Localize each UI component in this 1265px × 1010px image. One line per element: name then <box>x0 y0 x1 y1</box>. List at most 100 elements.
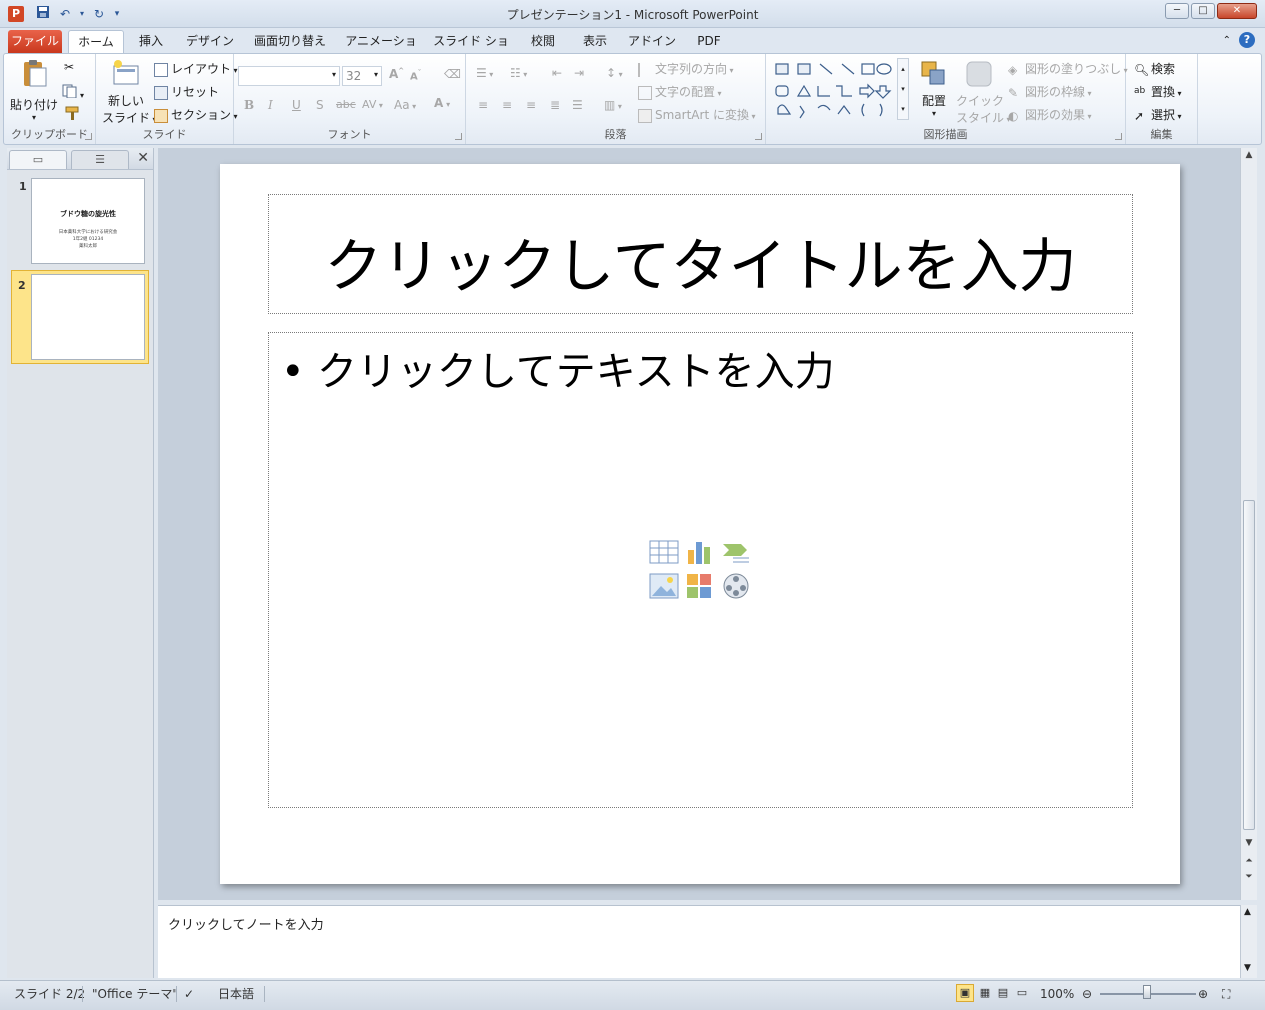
font-color-button[interactable]: A ▾ <box>434 96 450 110</box>
layout-button[interactable]: レイアウト ▾ <box>154 60 238 77</box>
slide-thumbnail-1[interactable]: 1 ブドウ糖の旋光性 日本薬科大学における研究会 1年2組 01234 薬科太郎 <box>7 172 154 264</box>
underline-button[interactable]: U <box>292 98 301 112</box>
smartart-button[interactable]: SmartArt に変換 ▾ <box>638 106 756 123</box>
font-size-combo[interactable]: 32 ▾ <box>342 66 382 86</box>
insert-chart-icon[interactable] <box>685 538 715 566</box>
drawing-launcher-icon[interactable] <box>1115 133 1122 140</box>
insert-smartart-icon[interactable] <box>721 538 751 566</box>
tab-animations[interactable]: アニメーション <box>342 30 420 70</box>
insert-media-icon[interactable] <box>721 572 751 600</box>
format-painter-icon[interactable] <box>64 106 80 123</box>
normal-view-icon[interactable]: ▣ <box>956 984 974 1002</box>
zoom-out-icon[interactable]: ⊖ <box>1082 984 1092 1004</box>
align-text-button[interactable]: 文字の配置 ▾ <box>638 83 722 100</box>
columns-icon[interactable]: ▥ ▾ <box>604 98 622 112</box>
tab-addin[interactable]: アドイン <box>626 30 678 53</box>
new-slide-button[interactable]: 新しい スライド ▾ <box>102 58 157 126</box>
font-size-dropdown-icon[interactable]: ▾ <box>374 70 378 79</box>
cut-icon[interactable]: ✂ <box>64 60 74 74</box>
scroll-down-icon[interactable]: ▼ <box>1241 838 1257 848</box>
clipboard-launcher-icon[interactable] <box>85 133 92 140</box>
scrollbar-thumb[interactable] <box>1243 500 1255 830</box>
zoom-level[interactable]: 100% <box>1040 984 1074 1004</box>
theme-status[interactable]: "Office テーマ" <box>92 984 178 1004</box>
notes-scrollbar[interactable]: ▲ ▼ <box>1240 905 1257 978</box>
increase-indent-icon[interactable]: ⇥ <box>574 66 584 80</box>
tab-pdf[interactable]: PDF <box>688 30 730 53</box>
title-placeholder[interactable]: クリックしてタイトルを入力 <box>268 194 1133 314</box>
select-button[interactable]: ➚ 選択 ▾ <box>1134 106 1182 123</box>
strikethrough-button[interactable]: abc <box>336 98 356 111</box>
reading-view-icon[interactable]: ▤ <box>994 984 1012 1002</box>
help-icon[interactable]: ? <box>1239 32 1255 48</box>
align-right-icon[interactable]: ≡ <box>526 98 536 112</box>
shadow-button[interactable]: S <box>316 98 324 112</box>
scroll-up-icon[interactable]: ▲ <box>1241 150 1257 160</box>
shape-outline-button[interactable]: ✎ 図形の枠線 ▾ <box>1008 83 1092 100</box>
numbering-icon[interactable]: ☷ ▾ <box>510 66 527 80</box>
character-spacing-button[interactable]: AV ▾ <box>362 98 383 111</box>
slide-vertical-scrollbar[interactable]: ▲ ▼ ⏶ ⏷ <box>1240 148 1257 900</box>
shape-effects-button[interactable]: ◐ 図形の効果 ▾ <box>1008 106 1092 123</box>
close-panel-icon[interactable]: ✕ <box>137 150 149 166</box>
maximize-button[interactable]: □ <box>1191 3 1215 19</box>
font-name-combo[interactable]: ▾ <box>238 66 340 86</box>
spell-check-icon[interactable]: ✓ <box>184 984 194 1004</box>
distributed-icon[interactable]: ☰ <box>572 98 583 112</box>
decrease-indent-icon[interactable]: ⇤ <box>552 66 562 80</box>
paragraph-launcher-icon[interactable] <box>755 133 762 140</box>
quick-styles-button[interactable]: クイック スタイル ▾ <box>956 58 1011 126</box>
zoom-in-icon[interactable]: ⊕ <box>1198 984 1208 1004</box>
close-button[interactable]: ✕ <box>1217 3 1257 19</box>
arrange-dropdown-icon[interactable]: ▾ <box>914 109 954 118</box>
italic-button[interactable]: I <box>268 98 273 112</box>
slides-tab-icon[interactable]: ▭ <box>9 150 67 169</box>
clear-formatting-icon[interactable]: ⌫ <box>444 67 461 81</box>
tab-view[interactable]: 表示 <box>574 30 616 53</box>
paste-button[interactable]: 貼り付け ▾ <box>10 58 58 122</box>
grow-font-icon[interactable]: A^ <box>389 67 404 81</box>
content-placeholder[interactable]: • クリックしてテキストを入力 <box>268 332 1133 808</box>
reset-button[interactable]: リセット <box>154 83 219 100</box>
copy-icon[interactable]: ▾ <box>62 84 84 101</box>
bullets-icon[interactable]: ☰ ▾ <box>476 66 493 80</box>
shrink-font-icon[interactable]: Aˇ <box>410 69 421 82</box>
align-center-icon[interactable]: ≡ <box>502 98 512 112</box>
shapes-gallery-more[interactable]: ▴ ▾ ▾ <box>897 58 909 120</box>
insert-table-icon[interactable] <box>649 538 679 566</box>
zoom-slider-knob[interactable] <box>1143 985 1151 999</box>
minimize-button[interactable]: ─ <box>1165 3 1189 19</box>
slide-sorter-view-icon[interactable]: ▦ <box>976 984 994 1002</box>
shapes-gallery[interactable] <box>772 58 912 120</box>
tab-transitions[interactable]: 画面切り替え <box>248 30 332 53</box>
replace-button[interactable]: ab 置換 ▾ <box>1134 83 1182 100</box>
bold-button[interactable]: B <box>244 98 254 112</box>
fit-to-window-icon[interactable]: ⛶ <box>1222 984 1230 1004</box>
shape-fill-button[interactable]: ◈ 図形の塗りつぶし ▾ <box>1008 60 1128 77</box>
tab-file[interactable]: ファイル <box>8 30 62 53</box>
tab-design[interactable]: デザイン <box>182 30 238 53</box>
tab-insert[interactable]: 挿入 <box>130 30 172 53</box>
arrange-button[interactable]: 配置 ▾ <box>914 58 954 118</box>
line-spacing-icon[interactable]: ↕ ▾ <box>606 66 623 80</box>
tab-home[interactable]: ホーム <box>68 30 124 53</box>
language-status[interactable]: 日本語 <box>218 984 254 1004</box>
previous-slide-icon[interactable]: ⏶ <box>1241 856 1257 866</box>
outline-tab-icon[interactable]: ☰ <box>71 150 129 169</box>
section-button[interactable]: セクション ▾ <box>154 106 238 123</box>
notes-scroll-up-icon[interactable]: ▲ <box>1244 907 1251 917</box>
paste-dropdown-icon[interactable]: ▾ <box>10 113 58 122</box>
slide-thumbnail-2[interactable]: 2 <box>11 270 149 364</box>
justify-icon[interactable]: ≣ <box>550 98 560 112</box>
tab-review[interactable]: 校閲 <box>522 30 564 53</box>
align-left-icon[interactable]: ≡ <box>478 98 488 112</box>
insert-picture-icon[interactable] <box>649 572 679 600</box>
minimize-ribbon-icon[interactable]: ⌃ <box>1223 35 1231 46</box>
notes-pane[interactable]: クリックしてノートを入力 <box>158 905 1240 978</box>
change-case-button[interactable]: Aa ▾ <box>394 98 416 112</box>
notes-scroll-down-icon[interactable]: ▼ <box>1244 963 1251 973</box>
text-direction-button[interactable]: 文字列の方向 ▾ <box>638 60 734 77</box>
insert-clipart-icon[interactable] <box>685 572 715 600</box>
find-button[interactable]: 🔍︎ 検索 <box>1134 60 1175 77</box>
next-slide-icon[interactable]: ⏷ <box>1241 872 1257 882</box>
